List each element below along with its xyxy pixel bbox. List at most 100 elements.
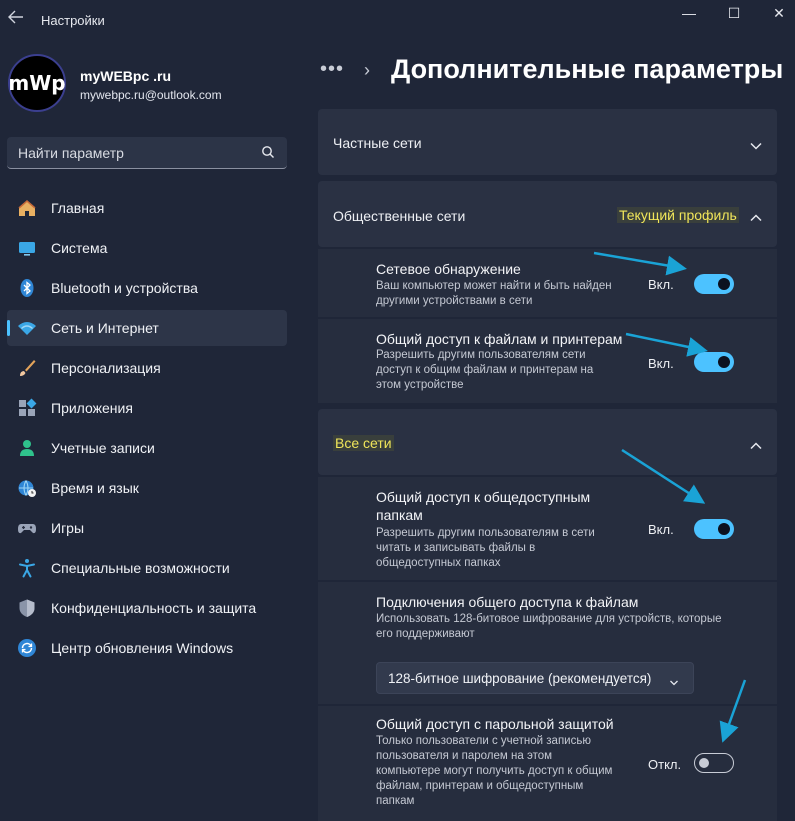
sidebar-item-apps[interactable]: Приложения: [7, 390, 287, 426]
sidebar-item-label: Приложения: [51, 400, 133, 416]
sidebar-item-network[interactable]: Сеть и Интернет: [7, 310, 287, 346]
sidebar-item-label: Время и язык: [51, 480, 139, 496]
shield-icon: [17, 598, 37, 618]
setting-desc-line: другими устройствами в сети: [376, 295, 533, 307]
setting-desc-line: доступ к общим файлам и принтерам на: [376, 364, 594, 376]
sidebar-item-label: Конфиденциальность и защита: [51, 600, 257, 616]
sidebar-item-label: Главная: [51, 200, 105, 216]
public-folder-sharing-toggle[interactable]: [694, 519, 734, 539]
brush-icon: [17, 358, 37, 378]
setting-network-discovery: Сетевое обнаружение Ваш компьютер может …: [318, 249, 777, 317]
sidebar-item-label: Учетные записи: [51, 440, 155, 456]
toggle-state-label: Вкл.: [648, 522, 674, 537]
update-icon: [17, 638, 37, 658]
setting-desc-line: компьютере могут получить доступ к общим: [376, 765, 613, 777]
toggle-state-label: Вкл.: [648, 356, 674, 371]
section-private-networks[interactable]: Частные сети: [318, 109, 777, 175]
setting-title: Сетевое обнаружение: [376, 261, 521, 277]
toggle-knob: [718, 356, 730, 368]
monitor-icon: [17, 238, 37, 258]
setting-password-protected-sharing: Общий доступ с парольной защитой Только …: [318, 706, 777, 821]
network-discovery-toggle[interactable]: [694, 274, 734, 294]
sidebar-item-time-language[interactable]: Время и язык: [7, 470, 287, 506]
sidebar-item-bluetooth[interactable]: Bluetooth и устройства: [7, 270, 287, 306]
sidebar-item-home[interactable]: Главная: [7, 190, 287, 226]
setting-file-printer-sharing: Общий доступ к файлам и принтерам Разреш…: [318, 319, 777, 403]
setting-desc-line: Ваш компьютер может найти и быть найден: [376, 280, 612, 292]
setting-desc-line: общедоступных папках: [376, 557, 501, 569]
setting-desc-line: читать и записывать файлы в: [376, 542, 536, 554]
sidebar-item-privacy[interactable]: Конфиденциальность и защита: [7, 590, 287, 626]
maximize-button[interactable]: ☐: [719, 4, 749, 22]
setting-desc-line: папкам: [376, 795, 415, 807]
sidebar-item-label: Bluetooth и устройства: [51, 280, 198, 296]
app-title: Настройки: [41, 13, 105, 28]
setting-title: Подключения общего доступа к файлам: [376, 594, 639, 610]
minimize-button[interactable]: —: [674, 4, 704, 22]
section-public-networks[interactable]: Общественные сети Текущий профиль: [318, 181, 777, 247]
sidebar-item-windows-update[interactable]: Центр обновления Windows: [7, 630, 287, 666]
setting-desc-line: файлам, принтерам и общедоступным: [376, 780, 584, 792]
close-button[interactable]: ✕: [764, 4, 794, 22]
wifi-icon: [17, 318, 37, 338]
sidebar-item-label: Специальные возможности: [51, 560, 230, 576]
sidebar-item-label: Центр обновления Windows: [51, 640, 234, 656]
setting-title-line: папкам: [376, 507, 423, 523]
chevron-down-icon[interactable]: [749, 138, 763, 150]
setting-desc-line: Только пользователи с учетной записью: [376, 735, 591, 747]
encryption-select[interactable]: 128-битное шифрование (рекомендуется): [376, 662, 694, 694]
setting-desc-line: пользователя и паролем на этом: [376, 750, 553, 762]
sidebar-item-gaming[interactable]: Игры: [7, 510, 287, 546]
sidebar-item-label: Игры: [51, 520, 85, 536]
setting-desc-line: Разрешить другим пользователям сети: [376, 349, 586, 361]
apps-icon: [17, 398, 37, 418]
setting-desc-line: Разрешить другим пользователям в сети: [376, 527, 595, 539]
sidebar-item-label: Персонализация: [51, 360, 161, 376]
section-title: Общественные сети: [333, 208, 466, 224]
toggle-knob: [699, 758, 709, 768]
section-title: Все сети: [333, 435, 394, 451]
toggle-state-label: Вкл.: [648, 277, 674, 292]
sidebar-item-label: Сеть и Интернет: [51, 320, 159, 336]
setting-title: Общий доступ с парольной защитой: [376, 716, 614, 732]
search-icon[interactable]: [261, 145, 275, 159]
gamepad-icon: [17, 518, 37, 538]
user-name: myWEBpc .ru: [80, 68, 172, 84]
page-title: Дополнительные параметры: [391, 54, 784, 84]
search-box[interactable]: [7, 137, 287, 169]
sidebar-item-label: Система: [51, 240, 108, 256]
globe-clock-icon: [17, 478, 37, 498]
password-sharing-toggle[interactable]: [694, 753, 734, 773]
breadcrumb-separator: ›: [364, 60, 370, 80]
home-icon: [17, 198, 37, 218]
person-icon: [17, 438, 37, 458]
current-profile-badge: Текущий профиль: [617, 207, 739, 223]
back-arrow-icon[interactable]: [8, 10, 24, 30]
section-all-networks[interactable]: Все сети: [318, 409, 777, 475]
sidebar-item-accounts[interactable]: Учетные записи: [7, 430, 287, 466]
file-printer-sharing-toggle[interactable]: [694, 352, 734, 372]
sidebar-item-accessibility[interactable]: Специальные возможности: [7, 550, 287, 586]
sidebar-nav: Главная Система Bluetooth и устройства С…: [7, 190, 287, 670]
sidebar-item-system[interactable]: Система: [7, 230, 287, 266]
setting-title: Общий доступ к файлам и принтерам: [376, 331, 623, 347]
user-email: mywebpc.ru@outlook.com: [80, 88, 222, 102]
chevron-up-icon[interactable]: [749, 210, 763, 222]
avatar[interactable]: mWp: [8, 54, 66, 112]
bluetooth-icon: [17, 278, 37, 298]
toggle-state-label: Откл.: [648, 757, 682, 772]
setting-desc-line: этом устройстве: [376, 379, 464, 391]
setting-title-line: Общий доступ к общедоступным: [376, 489, 591, 505]
breadcrumb-overflow[interactable]: •••: [320, 58, 344, 81]
toggle-knob: [718, 278, 730, 290]
section-title: Частные сети: [333, 135, 422, 151]
sidebar-item-personalization[interactable]: Персонализация: [7, 350, 287, 386]
search-input[interactable]: [18, 144, 248, 161]
setting-desc-line: его поддерживают: [376, 628, 475, 640]
toggle-knob: [718, 523, 730, 535]
setting-public-folder-sharing: Общий доступ к общедоступным папкам Разр…: [318, 477, 777, 580]
title-bar: Настройки — ☐ ✕: [0, 0, 795, 40]
setting-desc-line: Использовать 128-битовое шифрование для …: [376, 613, 722, 625]
chevron-up-icon[interactable]: [749, 438, 763, 450]
chevron-down-icon: [669, 674, 679, 686]
